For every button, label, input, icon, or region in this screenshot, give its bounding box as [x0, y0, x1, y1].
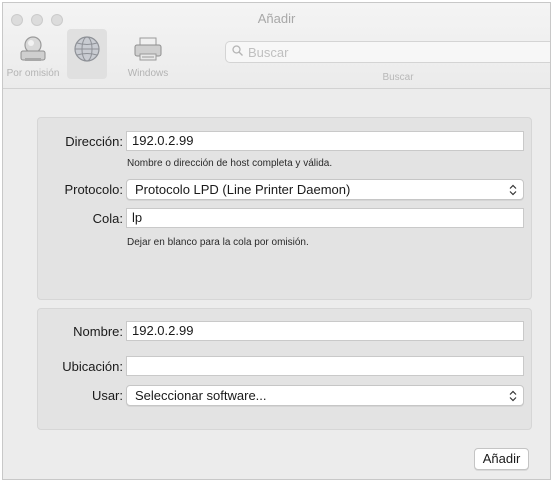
printer-default-icon [16, 32, 50, 66]
toolbar: Añadir Por omisión Windows Buscar Buscar [3, 3, 550, 89]
protocol-label: Protocolo: [64, 182, 123, 197]
toolbar-ip-button[interactable]: IP [59, 29, 115, 79]
address-hint: Nombre o dirección de host completa y vá… [127, 158, 333, 169]
protocol-row: Protocolo: Protocolo LPD (Line Printer D… [38, 179, 531, 201]
location-row: Ubicación: [38, 356, 531, 378]
windows-printer-icon [131, 32, 165, 66]
name-label: Nombre: [73, 324, 123, 339]
printer-panel: Nombre: 192.0.2.99 Ubicación: Usar: Sele… [37, 308, 532, 430]
address-label: Dirección: [65, 134, 123, 149]
location-label: Ubicación: [62, 359, 123, 374]
window-title: Añadir [257, 11, 296, 26]
use-select[interactable]: Seleccionar software... [126, 385, 524, 406]
add-printer-window: Añadir Por omisión Windows Buscar Buscar… [2, 2, 551, 480]
use-row: Usar: Seleccionar software... [38, 385, 531, 407]
use-value: Seleccionar software... [135, 388, 267, 403]
toolbar-default-label: Por omisión [6, 68, 60, 79]
queue-label: Cola: [92, 211, 123, 226]
add-button[interactable]: Añadir [474, 448, 529, 470]
location-input[interactable] [126, 356, 524, 376]
queue-row: Cola: lp [38, 208, 531, 230]
search-field[interactable]: Buscar [225, 41, 550, 63]
queue-input[interactable]: lp [126, 208, 524, 228]
connection-panel: Dirección: 192.0.2.99 Nombre o dirección… [37, 117, 532, 300]
search-label: Buscar [382, 72, 414, 83]
search-icon [232, 45, 243, 59]
protocol-select[interactable]: Protocolo LPD (Line Printer Daemon) [126, 179, 524, 200]
name-input[interactable]: 192.0.2.99 [126, 321, 524, 341]
search-placeholder: Buscar [248, 44, 289, 60]
queue-hint: Dejar en blanco para la cola por omisión… [127, 237, 309, 248]
toolbar-windows-label: Windows [127, 68, 169, 79]
toolbar-windows-button[interactable]: Windows [120, 32, 176, 79]
name-row: Nombre: 192.0.2.99 [38, 321, 531, 343]
use-label: Usar: [91, 388, 123, 403]
address-row: Dirección: 192.0.2.99 [38, 131, 531, 153]
protocol-value: Protocolo LPD (Line Printer Daemon) [135, 182, 351, 197]
address-input[interactable]: 192.0.2.99 [126, 131, 524, 151]
globe-icon [70, 32, 104, 66]
updown-chevron-icon [509, 387, 517, 404]
updown-chevron-icon [509, 181, 517, 198]
toolbar-default-button[interactable]: Por omisión [5, 32, 61, 79]
